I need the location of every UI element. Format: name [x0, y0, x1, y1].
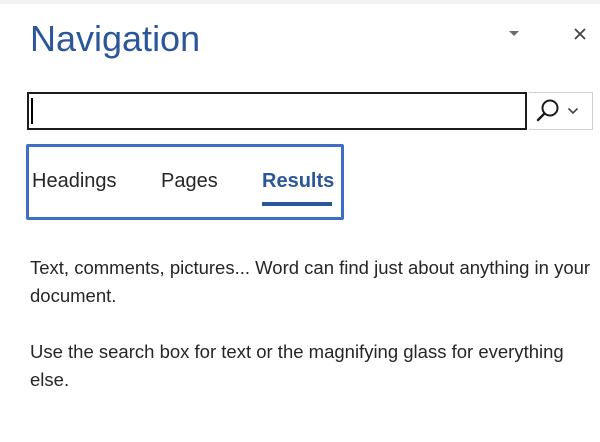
pane-options-button[interactable] [500, 20, 528, 48]
text-cursor [31, 98, 33, 124]
search-input[interactable] [27, 92, 527, 130]
tab-headings[interactable]: Headings [32, 168, 117, 194]
results-hint-text-secondary: Use the search box for text or the magni… [30, 341, 564, 390]
tab-results[interactable]: Results [262, 168, 334, 194]
chevron-down-icon [509, 31, 519, 36]
chevron-down-icon [567, 107, 579, 115]
results-hint-text: Text, comments, pictures... Word can fin… [30, 257, 591, 306]
selected-tab-indicator [262, 202, 332, 206]
pane-title: Navigation [30, 18, 201, 59]
close-icon [574, 28, 586, 40]
magnifying-glass-icon [536, 99, 559, 122]
search-options-button[interactable] [529, 92, 593, 130]
tab-pages[interactable]: Pages [161, 168, 218, 194]
search-row [27, 92, 593, 130]
close-pane-button[interactable] [566, 20, 594, 48]
navigation-pane: Navigation Headings Pages Results Text, … [0, 0, 600, 442]
pane-top-border [0, 0, 600, 4]
